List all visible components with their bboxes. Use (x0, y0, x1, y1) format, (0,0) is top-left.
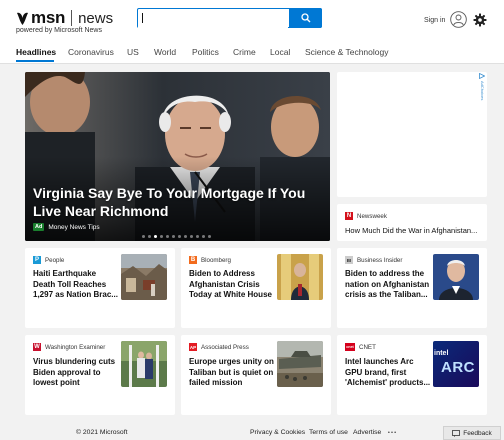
card-source: P People (33, 256, 64, 264)
intel-arc-thumbnail: intel ARC (433, 341, 479, 387)
avatar-icon[interactable] (450, 11, 467, 28)
earthquake-thumbnail (121, 254, 167, 300)
people-logo-icon: P (33, 256, 41, 264)
search-button[interactable] (289, 8, 322, 28)
news-card-cnet[interactable]: cnet CNET Intel launches Arc GPU brand, … (337, 335, 487, 415)
card-source: W Washington Examiner (33, 343, 105, 351)
associated-press-logo-icon: AP (189, 343, 197, 351)
card-source: N Newsweek (345, 212, 387, 220)
carousel-dot[interactable] (154, 235, 157, 238)
source-name: Bloomberg (201, 256, 231, 264)
carousel-dot[interactable] (172, 235, 175, 238)
ad-badge: Ad (33, 223, 45, 231)
adchoices-label: AdChoices (480, 81, 485, 101)
category-nav: Headlines Coronavirus US World Politics … (0, 40, 504, 64)
carousel-dot[interactable] (196, 235, 199, 238)
section-name: news (78, 9, 114, 27)
adchoices-icon (479, 73, 485, 79)
gear-icon[interactable] (473, 13, 487, 27)
carousel-dot[interactable] (184, 235, 187, 238)
advertise-link[interactable]: Advertise (353, 429, 381, 436)
card-headline[interactable]: Biden to Address Afghanistan Crisis Toda… (189, 269, 275, 301)
tab-science-technology[interactable]: Science & Technology (305, 47, 388, 57)
tab-us[interactable]: US (127, 47, 139, 57)
news-card-newsweek[interactable]: N Newsweek How Much Did the War in Afgha… (337, 204, 487, 241)
hero-sponsor[interactable]: Ad Money News Tips (33, 223, 100, 231)
logo-divider (71, 10, 73, 26)
military-aircraft-thumbnail (277, 341, 323, 387)
copyright: © 2021 Microsoft (76, 429, 128, 436)
terms-link[interactable]: Terms of use (309, 429, 348, 436)
source-name: People (45, 256, 65, 264)
feedback-button[interactable]: Feedback (443, 426, 501, 440)
card-headline[interactable]: Virus blundering cuts Biden approval to … (33, 357, 119, 389)
card-source: B Bloomberg (189, 256, 231, 264)
search-box[interactable] (137, 8, 322, 29)
news-card-business-insider[interactable]: BI Business Insider Biden to address the… (337, 248, 487, 328)
bloomberg-logo-icon: B (189, 256, 197, 264)
news-card-washington-examiner[interactable]: W Washington Examiner Virus blundering c… (25, 335, 175, 415)
source-name: Newsweek (357, 212, 387, 220)
feedback-icon (452, 429, 461, 437)
tab-local[interactable]: Local (270, 47, 290, 57)
card-source: BI Business Insider (345, 256, 402, 264)
sign-in-link[interactable]: Sign in (424, 17, 445, 24)
header: msn news powered by Microsoft News Sign … (0, 0, 504, 40)
card-headline[interactable]: Europe urges unity on Taliban but is qui… (189, 357, 275, 389)
source-name: Washington Examiner (45, 343, 106, 351)
card-source: AP Associated Press (189, 343, 249, 351)
hero-carousel[interactable]: Virginia Say Bye To Your Mortgage If You… (25, 72, 330, 241)
news-card-bloomberg[interactable]: B Bloomberg Biden to Address Afghanistan… (181, 248, 331, 328)
carousel-dots (142, 235, 214, 238)
tab-crime[interactable]: Crime (233, 47, 256, 57)
privacy-cookies-link[interactable]: Privacy & Cookies (250, 429, 305, 436)
newsweek-logo-icon: N (345, 212, 353, 220)
intel-logo-text: intel (434, 350, 449, 357)
msn-logo[interactable]: msn news (16, 8, 113, 28)
footer: © 2021 Microsoft Privacy & Cookies Terms… (0, 425, 504, 440)
carousel-dot[interactable] (142, 235, 145, 238)
feedback-label: Feedback (463, 429, 492, 437)
carousel-dot[interactable] (148, 235, 151, 238)
carousel-dot[interactable] (208, 235, 211, 238)
advertisement-panel[interactable]: AdChoices (337, 72, 487, 197)
tab-coronavirus[interactable]: Coronavirus (68, 47, 114, 57)
card-headline[interactable]: Intel launches Arc GPU brand, first 'Alc… (345, 357, 431, 389)
source-name: CNET (359, 343, 376, 351)
search-input[interactable] (138, 10, 288, 29)
search-icon (300, 13, 310, 23)
card-source: cnet CNET (345, 343, 376, 351)
source-name: Associated Press (201, 343, 249, 351)
arc-logo-text: ARC (441, 359, 475, 376)
business-insider-logo-icon: BI (345, 256, 353, 264)
adchoices-badge[interactable]: AdChoices (477, 72, 487, 112)
tab-headlines[interactable]: Headlines (16, 47, 56, 57)
tab-world[interactable]: World (154, 47, 176, 57)
powered-by: powered by Microsoft News (16, 27, 102, 34)
brand-name: msn (31, 8, 66, 27)
more-links-button[interactable]: • • • (388, 430, 396, 436)
cnet-logo-icon: cnet (345, 343, 355, 351)
news-card-associated-press[interactable]: AP Associated Press Europe urges unity o… (181, 335, 331, 415)
source-name: Business Insider (357, 256, 403, 264)
white-house-thumbnail (277, 254, 323, 300)
card-headline[interactable]: Haiti Earthquake Death Toll Reaches 1,29… (33, 269, 119, 301)
carousel-dot[interactable] (166, 235, 169, 238)
biden-walking-thumbnail (121, 341, 167, 387)
carousel-dot[interactable] (178, 235, 181, 238)
active-tab-indicator (16, 60, 54, 62)
text-caret (142, 13, 143, 23)
card-headline[interactable]: How Much Did the War in Afghanistan... (345, 226, 485, 237)
butterfly-icon (17, 12, 28, 25)
tab-politics[interactable]: Politics (192, 47, 219, 57)
card-headline[interactable]: Biden to address the nation on Afghanist… (345, 269, 431, 301)
news-card-people[interactable]: P People Haiti Earthquake Death Toll Rea… (25, 248, 175, 328)
carousel-dot[interactable] (160, 235, 163, 238)
carousel-dot[interactable] (190, 235, 193, 238)
carousel-dot[interactable] (202, 235, 205, 238)
washington-examiner-logo-icon: W (33, 343, 41, 351)
hero-headline[interactable]: Virginia Say Bye To Your Mortgage If You… (33, 184, 328, 220)
hero-source: Money News Tips (48, 223, 100, 231)
biden-thumbnail (433, 254, 479, 300)
